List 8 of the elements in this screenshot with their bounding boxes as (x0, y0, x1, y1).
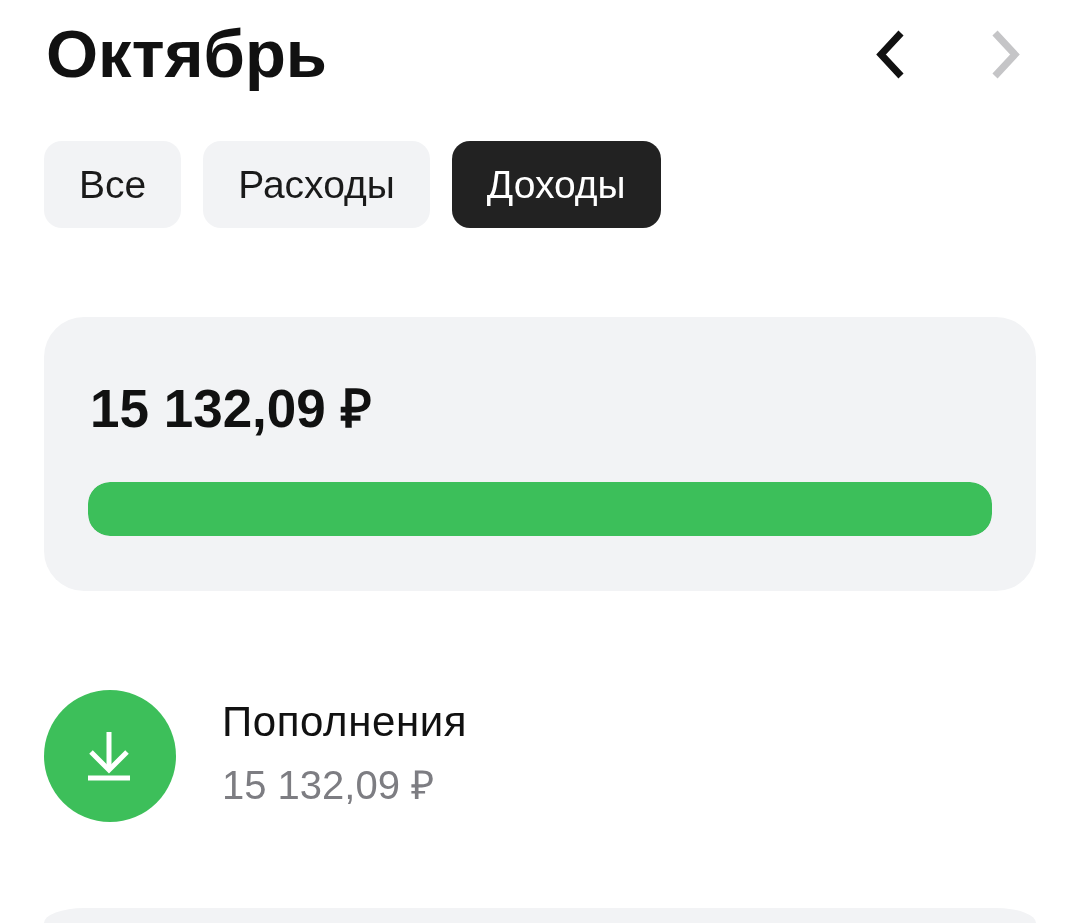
filter-tab[interactable]: Все (44, 141, 182, 228)
category-amount: 15 132,09 ₽ (222, 762, 435, 810)
month-title: Октябрь (46, 15, 328, 93)
filter-tab[interactable]: Расходы (203, 141, 430, 228)
chevron-left-icon[interactable] (875, 28, 905, 80)
total-amount: 15 132,09 ₽ (90, 378, 372, 440)
category-name: Пополнения (222, 696, 468, 747)
filter-tab[interactable]: Доходы (451, 141, 661, 228)
